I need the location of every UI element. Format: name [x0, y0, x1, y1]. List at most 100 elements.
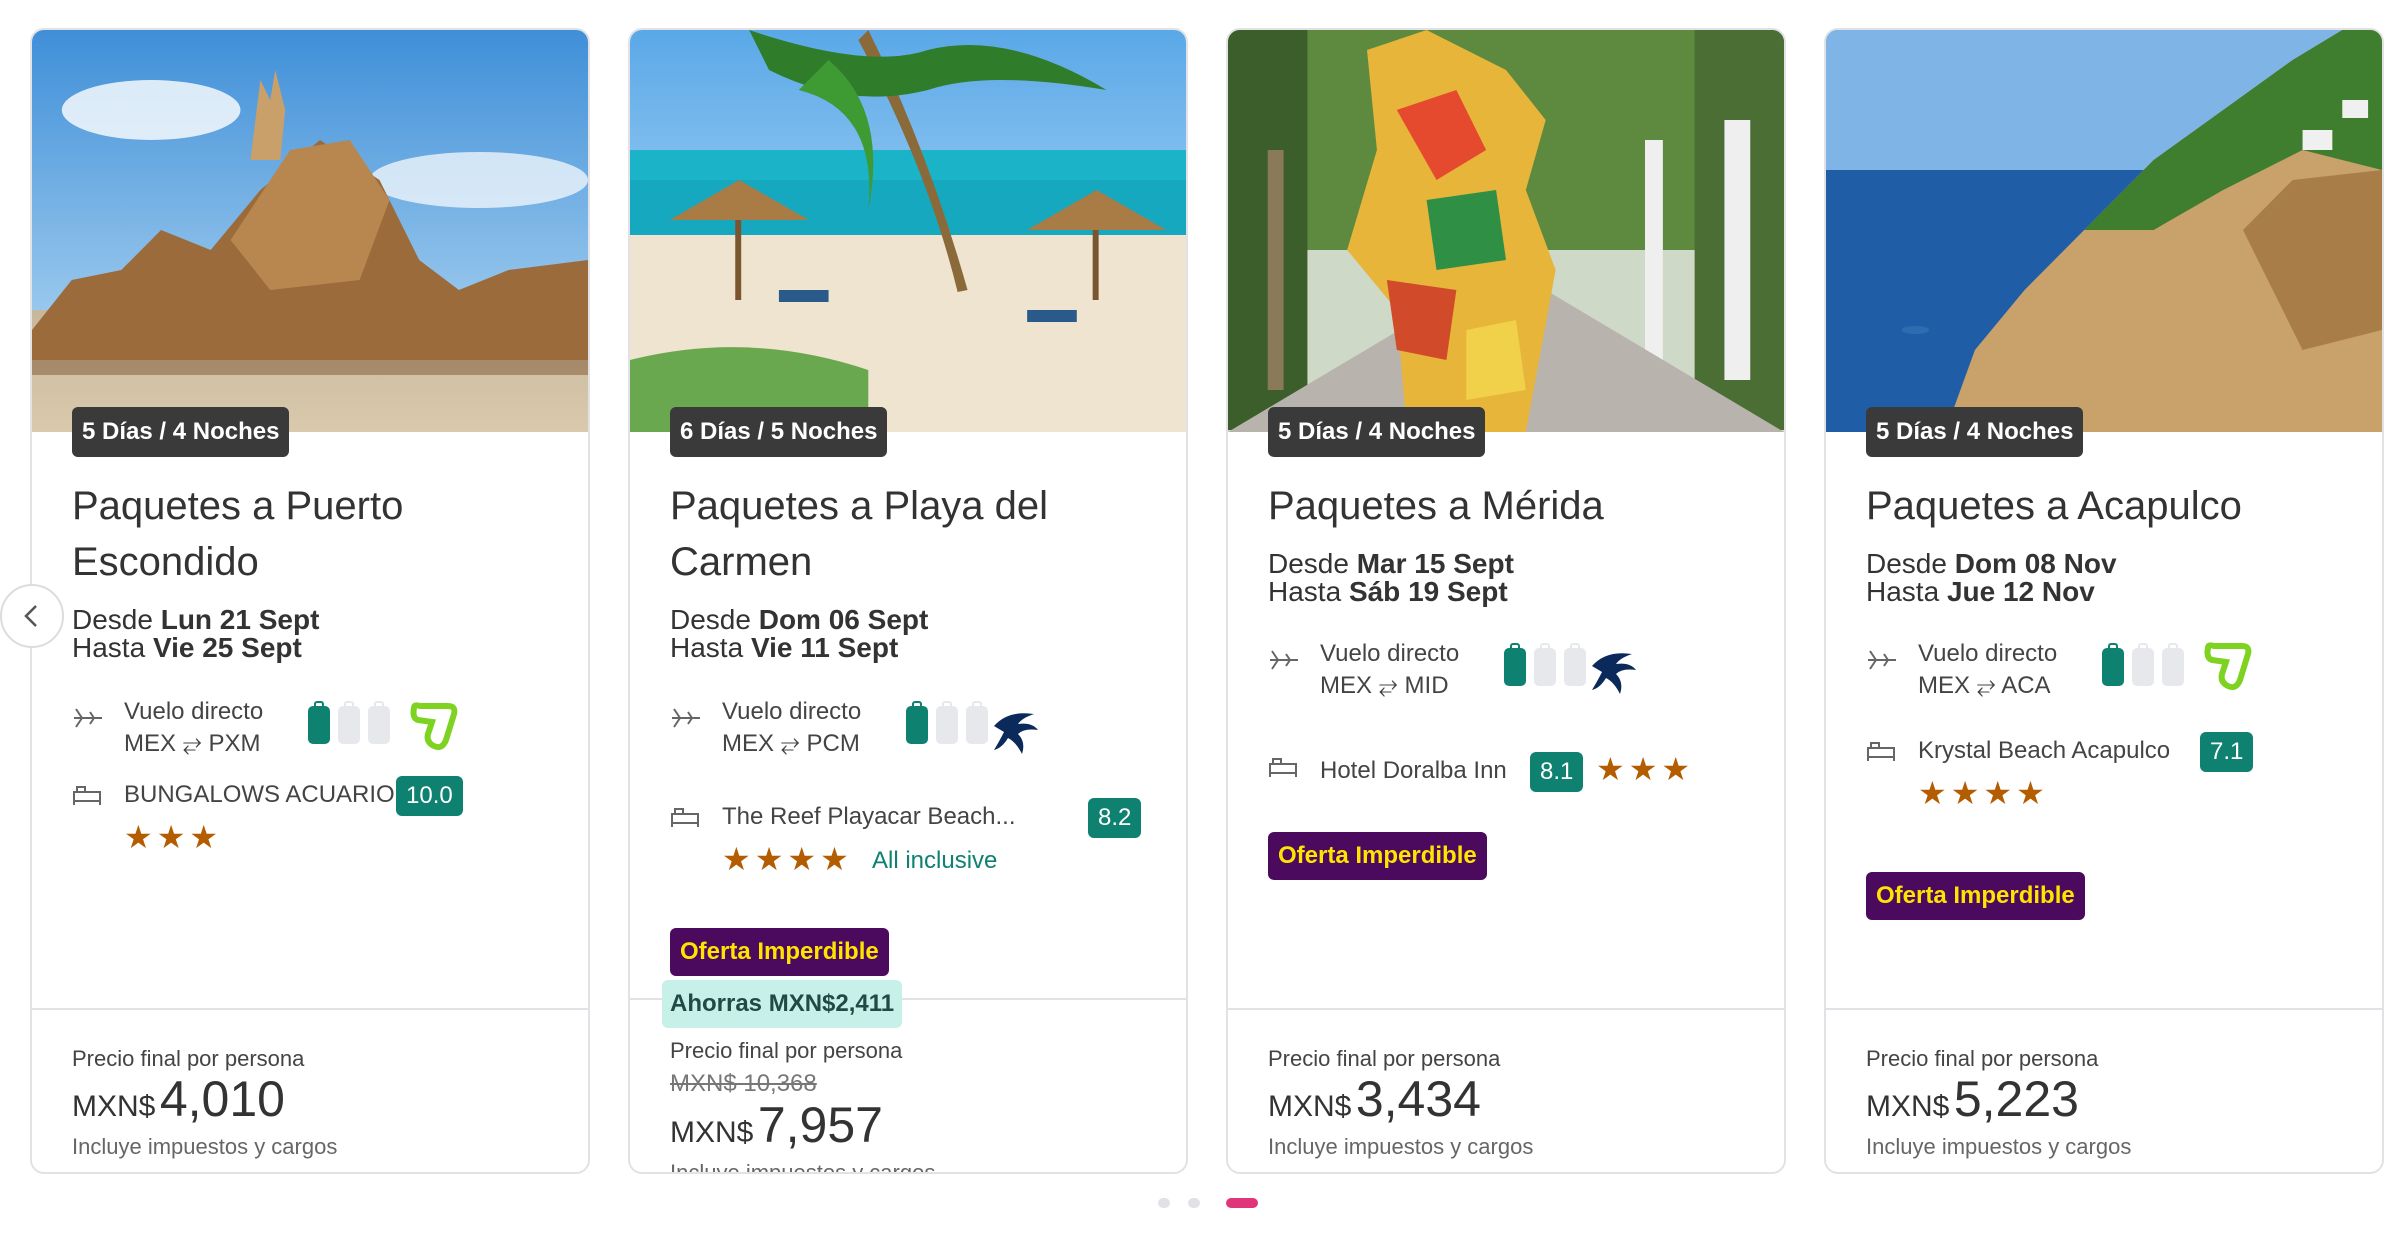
hotel-info: Hotel Doralba Inn 8.1 ★★★	[1268, 750, 1748, 794]
offer-badge: Oferta Imperdible	[1866, 872, 2085, 920]
date-to: Hasta Vie 11 Sept	[670, 632, 899, 663]
aeromexico-logo-icon	[994, 713, 1038, 754]
duration-badge: 5 Días / 4 Noches	[1866, 407, 2084, 457]
taxes-note: Incluye impuestos y cargos	[1866, 1134, 2132, 1159]
date-from: Desde Lun 21 Sept	[72, 604, 320, 635]
baggage-icons	[308, 701, 398, 746]
carousel-prev-button[interactable]	[0, 584, 64, 648]
hotel-score: 8.1	[1530, 752, 1584, 792]
package-title[interactable]: Paquetes a Acapulco	[1866, 478, 2346, 534]
divider	[1228, 1008, 1784, 1010]
hotel-stars: ★★★	[1596, 751, 1695, 787]
aeromexico-logo-icon	[1592, 653, 1636, 694]
destination-image[interactable]	[32, 30, 588, 432]
hotel-name[interactable]: Krystal Beach Acapulco	[1918, 734, 2170, 768]
price-label: Precio final por persona	[1866, 1046, 2099, 1071]
plane-icon	[672, 708, 700, 728]
flight-info: Vuelo directo MEX ⥂ PXM	[72, 696, 552, 757]
bed-icon	[671, 808, 699, 827]
date-to: Hasta Vie 25 Sept	[72, 632, 302, 663]
taxes-note: Incluye impuestos y cargos	[670, 1160, 936, 1174]
bed-icon	[73, 786, 101, 805]
volaris-logo-icon	[2204, 642, 2252, 691]
price-currency: MXN$	[72, 1090, 156, 1123]
package-card-playa-del-carmen[interactable]: 6 Días / 5 Noches Paquetes a Playa del C…	[628, 28, 1188, 1174]
bed-icon	[1269, 758, 1297, 777]
checked-bag-icon	[2162, 643, 2184, 686]
offer-badge: Oferta Imperdible	[670, 928, 889, 976]
price-amount: 3,434	[1355, 1071, 1481, 1127]
bed-icon	[1867, 742, 1895, 761]
package-title[interactable]: Paquetes a Puerto Escondido	[72, 478, 552, 590]
package-card-puerto-escondido[interactable]: 5 Días / 4 Noches Paquetes a Puerto Esco…	[30, 28, 590, 1174]
package-card-acapulco[interactable]: 5 Días / 4 Noches Paquetes a Acapulco De…	[1824, 28, 2384, 1174]
price-label: Precio final por persona	[72, 1046, 305, 1071]
date-to: Hasta Sáb 19 Sept	[1268, 576, 1508, 607]
package-card-merida[interactable]: 5 Días / 4 Noches Paquetes a Mérida Desd…	[1226, 28, 1786, 1174]
destination-image[interactable]	[1826, 30, 2382, 432]
price-amount: 7,957	[757, 1097, 883, 1153]
taxes-note: Incluye impuestos y cargos	[1268, 1134, 1534, 1159]
offer-badge: Oferta Imperdible	[1268, 832, 1487, 880]
price: MXN$ 3,434	[1268, 1070, 1481, 1128]
baggage-icons	[1504, 643, 1594, 688]
checked-bag-icon	[368, 701, 390, 744]
price-amount: 5,223	[1953, 1071, 2079, 1127]
price-amount: 4,010	[159, 1071, 285, 1127]
duration-badge: 5 Días / 4 Noches	[72, 407, 290, 457]
destination-image[interactable]	[1228, 30, 1784, 432]
hotel-info: Krystal Beach Acapulco 7.1 ★★★★	[1866, 732, 2346, 814]
date-to: Hasta Jue 12 Nov	[1866, 576, 2095, 607]
hotel-name[interactable]: Hotel Doralba Inn	[1320, 754, 1507, 788]
price-currency: MXN$	[1866, 1090, 1950, 1123]
checked-bag-icon	[2132, 643, 2154, 686]
hotel-name[interactable]: The Reef Playacar Beach...	[722, 800, 1015, 834]
price: MXN$ 4,010	[72, 1070, 285, 1128]
price-currency: MXN$	[1268, 1090, 1352, 1123]
hotel-info: The Reef Playacar Beach... 8.2 ★★★★ All …	[670, 798, 1150, 880]
checked-bag-icon	[338, 701, 360, 744]
flight-info: Vuelo directo MEX ⥂ MID	[1268, 638, 1748, 699]
plane-icon	[1868, 650, 1896, 670]
hotel-score: 10.0	[396, 776, 463, 816]
price-label: Precio final por persona	[1268, 1046, 1501, 1071]
original-price: MXN$ 10,368	[670, 1070, 817, 1097]
date-from: Desde Dom 08 Nov	[1866, 548, 2117, 579]
hotel-score: 7.1	[2200, 732, 2254, 772]
package-title[interactable]: Paquetes a Mérida	[1268, 478, 1748, 534]
volaris-logo-icon	[410, 702, 458, 751]
checked-bag-icon	[1534, 643, 1556, 686]
chevron-left-icon	[24, 605, 37, 627]
pagination-dot[interactable]	[1158, 1198, 1170, 1208]
carry-on-bag-icon	[2102, 643, 2124, 686]
price: MXN$ 5,223	[1866, 1070, 2079, 1128]
checked-bag-icon	[1564, 643, 1586, 686]
pagination-dot[interactable]	[1188, 1198, 1200, 1208]
price-label: Precio final por persona	[670, 1038, 903, 1063]
divider	[1826, 1008, 2382, 1010]
carry-on-bag-icon	[1504, 643, 1526, 686]
date-from: Desde Mar 15 Sept	[1268, 548, 1514, 579]
price: MXN$ 7,957	[670, 1096, 883, 1154]
carry-on-bag-icon	[308, 701, 330, 744]
flight-info: Vuelo directo MEX ⥂ PCM	[670, 696, 1150, 757]
duration-badge: 5 Días / 4 Noches	[1268, 407, 1486, 457]
pagination-dot-active[interactable]	[1226, 1198, 1258, 1208]
destination-image[interactable]	[630, 30, 1186, 432]
hotel-name[interactable]: BUNGALOWS ACUARIO	[124, 778, 395, 812]
baggage-icons	[2102, 643, 2192, 688]
baggage-icons	[906, 701, 996, 746]
divider	[32, 1008, 588, 1010]
taxes-note: Incluye impuestos y cargos	[72, 1134, 338, 1159]
package-title[interactable]: Paquetes a Playa del Carmen	[670, 478, 1150, 590]
hotel-score: 8.2	[1088, 798, 1142, 838]
hotel-stars: ★★★★	[722, 841, 853, 877]
checked-bag-icon	[936, 701, 958, 744]
plane-icon	[1270, 650, 1298, 670]
hotel-stars: ★★★★	[1918, 775, 2049, 811]
hotel-stars: ★★★	[124, 819, 223, 855]
flight-info: Vuelo directo MEX ⥂ ACA	[1866, 638, 2346, 699]
duration-badge: 6 Días / 5 Noches	[670, 407, 888, 457]
hotel-info: BUNGALOWS ACUARIO 10.0 ★★★	[72, 776, 552, 858]
plane-icon	[74, 708, 102, 728]
